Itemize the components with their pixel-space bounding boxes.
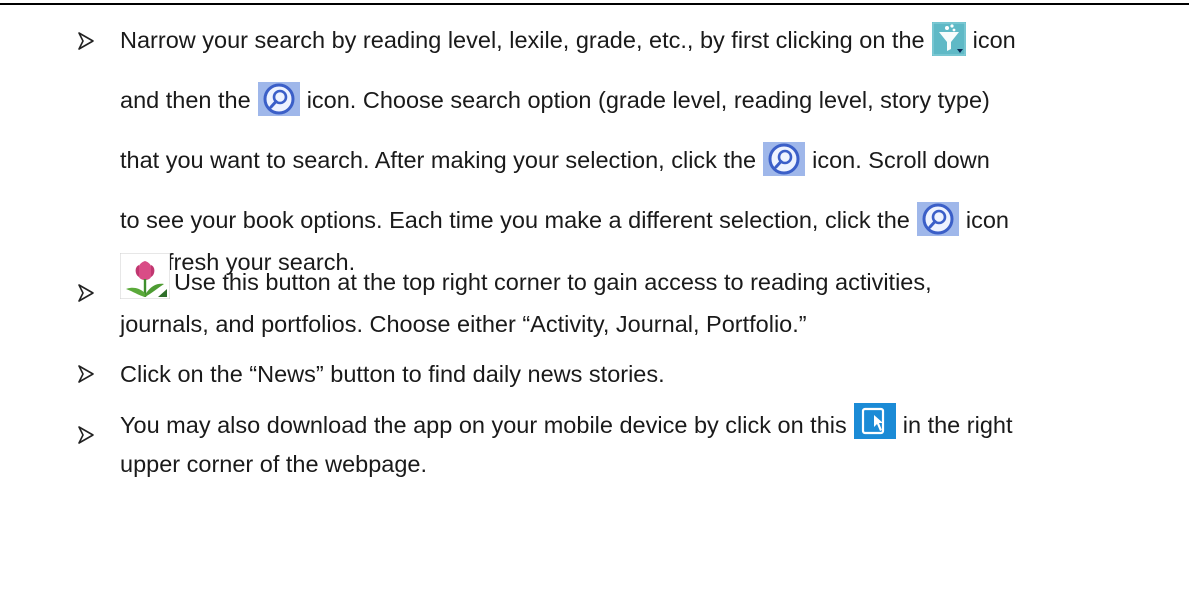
search-icon[interactable] — [916, 202, 959, 254]
bullet-text: Narrow your search by reading level, lex… — [120, 14, 1175, 254]
tulip-icon[interactable] — [119, 252, 171, 308]
bullet-news: Click on the “News” button to find daily… — [0, 358, 1189, 391]
search-icon[interactable] — [763, 142, 806, 194]
bullet-tulip-button: Use this button at the top right corner … — [0, 252, 1189, 341]
app-download-icon[interactable] — [853, 403, 896, 454]
bullet-text: Click on the “News” button to find daily… — [120, 361, 665, 387]
top-rule — [0, 3, 1189, 5]
bullet-text: Use this button at the top right corner … — [119, 252, 1175, 341]
bullet-arrow-icon — [78, 426, 94, 444]
bullet-text: You may also download the app on your mo… — [120, 402, 1175, 454]
bullet-arrow-icon — [78, 365, 94, 383]
filter-icon[interactable] — [931, 22, 966, 74]
search-icon[interactable] — [257, 82, 300, 134]
bullet-arrow-icon — [78, 32, 94, 50]
bullet-search-filters: Narrow your search by reading level, lex… — [0, 14, 1189, 279]
bullet-mobile-app: You may also download the app on your mo… — [0, 402, 1189, 481]
bullet-arrow-icon — [78, 284, 94, 302]
